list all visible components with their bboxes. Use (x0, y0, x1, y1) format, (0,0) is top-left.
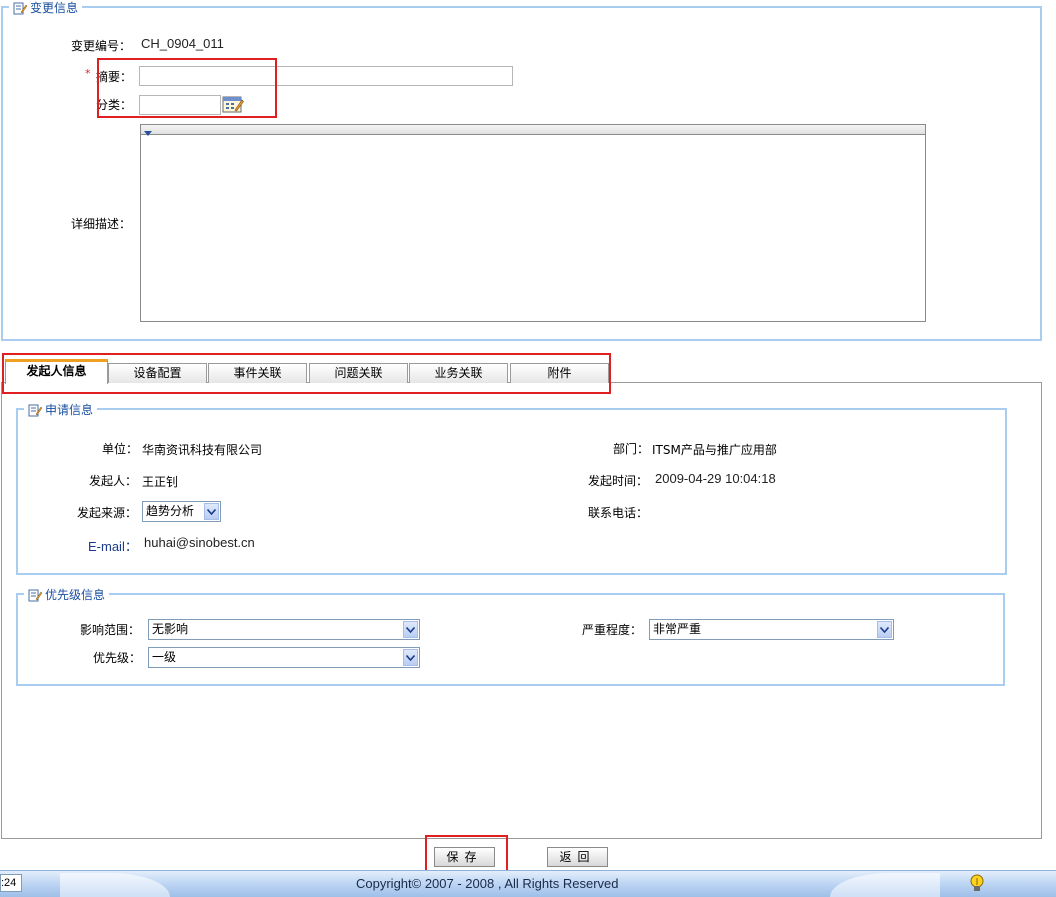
chevron-down-icon[interactable] (403, 649, 418, 666)
lightbulb-icon[interactable] (968, 874, 986, 896)
initiator-label: 发起人： (89, 474, 138, 488)
time-value: 2009-04-29 10:04:18 (655, 471, 776, 486)
back-button[interactable]: 返回 (547, 847, 608, 867)
change-info-title: 变更信息 (9, 0, 83, 16)
priority-select[interactable]: 一级 (148, 647, 420, 668)
phone-label: 联系电话： (588, 506, 649, 520)
priority-info-title: 优先级信息 (24, 586, 110, 603)
priority-select-value: 一级 (152, 650, 177, 664)
apply-info-title-text: 申请信息 (45, 403, 94, 417)
initiator-value: 王正钊 (142, 475, 179, 489)
edit-note-icon (13, 1, 28, 15)
unit-value: 华南资讯科技有限公司 (142, 443, 263, 457)
highlight-tabs (2, 353, 611, 394)
edit-note-icon (28, 588, 43, 602)
severity-select-value: 非常严重 (653, 622, 702, 636)
copyright-text: Copyright© 2007 - 2008 , All Rights Rese… (356, 876, 619, 891)
footer-time-box: :24 (0, 874, 22, 892)
source-label: 发起来源： (77, 506, 138, 520)
priority-label: 优先级： (93, 651, 142, 665)
email-value: huhai@sinobest.cn (144, 535, 255, 550)
change-info-title-text: 变更信息 (30, 1, 79, 15)
email-label: E-mail： (88, 539, 138, 554)
impact-select[interactable]: 无影响 (148, 619, 420, 640)
toolbar-collapse-icon[interactable] (144, 126, 152, 140)
highlight-summary-category (97, 58, 277, 118)
highlight-save-button (425, 835, 508, 872)
detail-editor[interactable] (140, 124, 926, 322)
footer-bar: :24 Copyright© 2007 - 2008 , All Rights … (0, 870, 1056, 897)
apply-info-title: 申请信息 (24, 401, 98, 418)
footer-time-text: :24 (1, 877, 17, 889)
unit-label: 单位： (102, 442, 139, 456)
dept-label: 部门： (613, 442, 650, 456)
time-label: 发起时间： (588, 474, 649, 488)
edit-note-icon (28, 403, 43, 417)
source-select-value: 趋势分析 (146, 504, 195, 518)
footer-curve-right (830, 873, 940, 897)
dept-value: ITSM产品与推广应用部 (652, 443, 777, 457)
priority-info-title-text: 优先级信息 (45, 588, 106, 602)
detail-label: 详细描述： (71, 217, 132, 231)
detail-editor-toolbar (141, 125, 925, 136)
severity-label: 严重程度： (582, 623, 643, 637)
footer-curve-left (60, 873, 170, 897)
chevron-down-icon[interactable] (403, 621, 418, 638)
impact-select-value: 无影响 (152, 622, 189, 636)
severity-select[interactable]: 非常严重 (649, 619, 894, 640)
required-mark: * (85, 67, 91, 80)
change-number-value: CH_0904_011 (141, 36, 224, 51)
source-select[interactable]: 趋势分析 (142, 501, 221, 522)
impact-label: 影响范围： (80, 623, 141, 637)
chevron-down-icon[interactable] (204, 503, 219, 520)
chevron-down-icon[interactable] (877, 621, 892, 638)
change-number-label: 变更编号： (71, 39, 132, 53)
